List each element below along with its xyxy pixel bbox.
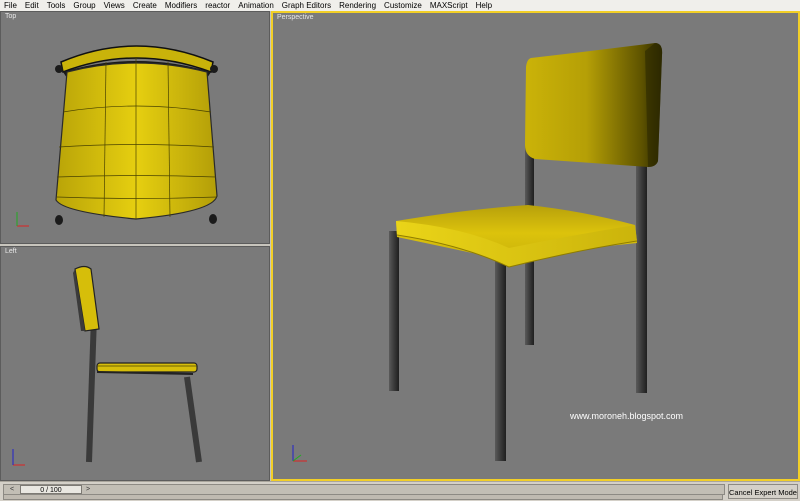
chair-perspective-view [389,43,663,461]
viewport-left[interactable]: Left [0,246,270,481]
viewport-top[interactable]: Top [0,11,270,244]
blog-watermark: www.moroneh.blogspot.com [570,411,684,421]
chair-top-view [55,45,218,225]
menu-item-customize[interactable]: Customize [380,0,426,11]
cancel-expert-mode-button[interactable]: Cancel Expert Mode [728,484,798,499]
xyz-axis-icon [12,449,25,466]
menu-item-graph-editors[interactable]: Graph Editors [278,0,335,11]
menu-item-edit[interactable]: Edit [21,0,43,11]
menu-item-reactor[interactable]: reactor [201,0,234,11]
menu-item-views[interactable]: Views [100,0,129,11]
xyz-axis-icon [16,212,29,227]
viewport-area: Top Left Perspective www.moroneh.blogspo… [0,11,800,481]
time-slider-thumb[interactable]: 0 / 100 [20,485,82,494]
menu-item-modifiers[interactable]: Modifiers [161,0,201,11]
menu-item-rendering[interactable]: Rendering [335,0,380,11]
menu-bar: File Edit Tools Group Views Create Modifiers re… [0,0,800,11]
menu-item-group[interactable]: Group [69,0,99,11]
menu-item-maxscript[interactable]: MAXScript [426,0,472,11]
status-bar: < 0 / 100 > Cancel Expert Mode [0,481,800,501]
time-prev-button[interactable]: < [8,485,16,494]
menu-item-tools[interactable]: Tools [43,0,70,11]
track-bar[interactable] [3,494,723,500]
xyz-axis-icon [292,445,307,462]
menu-item-create[interactable]: Create [129,0,161,11]
chair-left-view [73,265,202,463]
menu-item-animation[interactable]: Animation [234,0,278,11]
time-next-button[interactable]: > [84,485,92,494]
viewport-perspective[interactable]: Perspective www.moroneh.blogspot.com [271,11,800,481]
menu-item-help[interactable]: Help [472,0,496,11]
menu-item-file[interactable]: File [0,0,21,11]
